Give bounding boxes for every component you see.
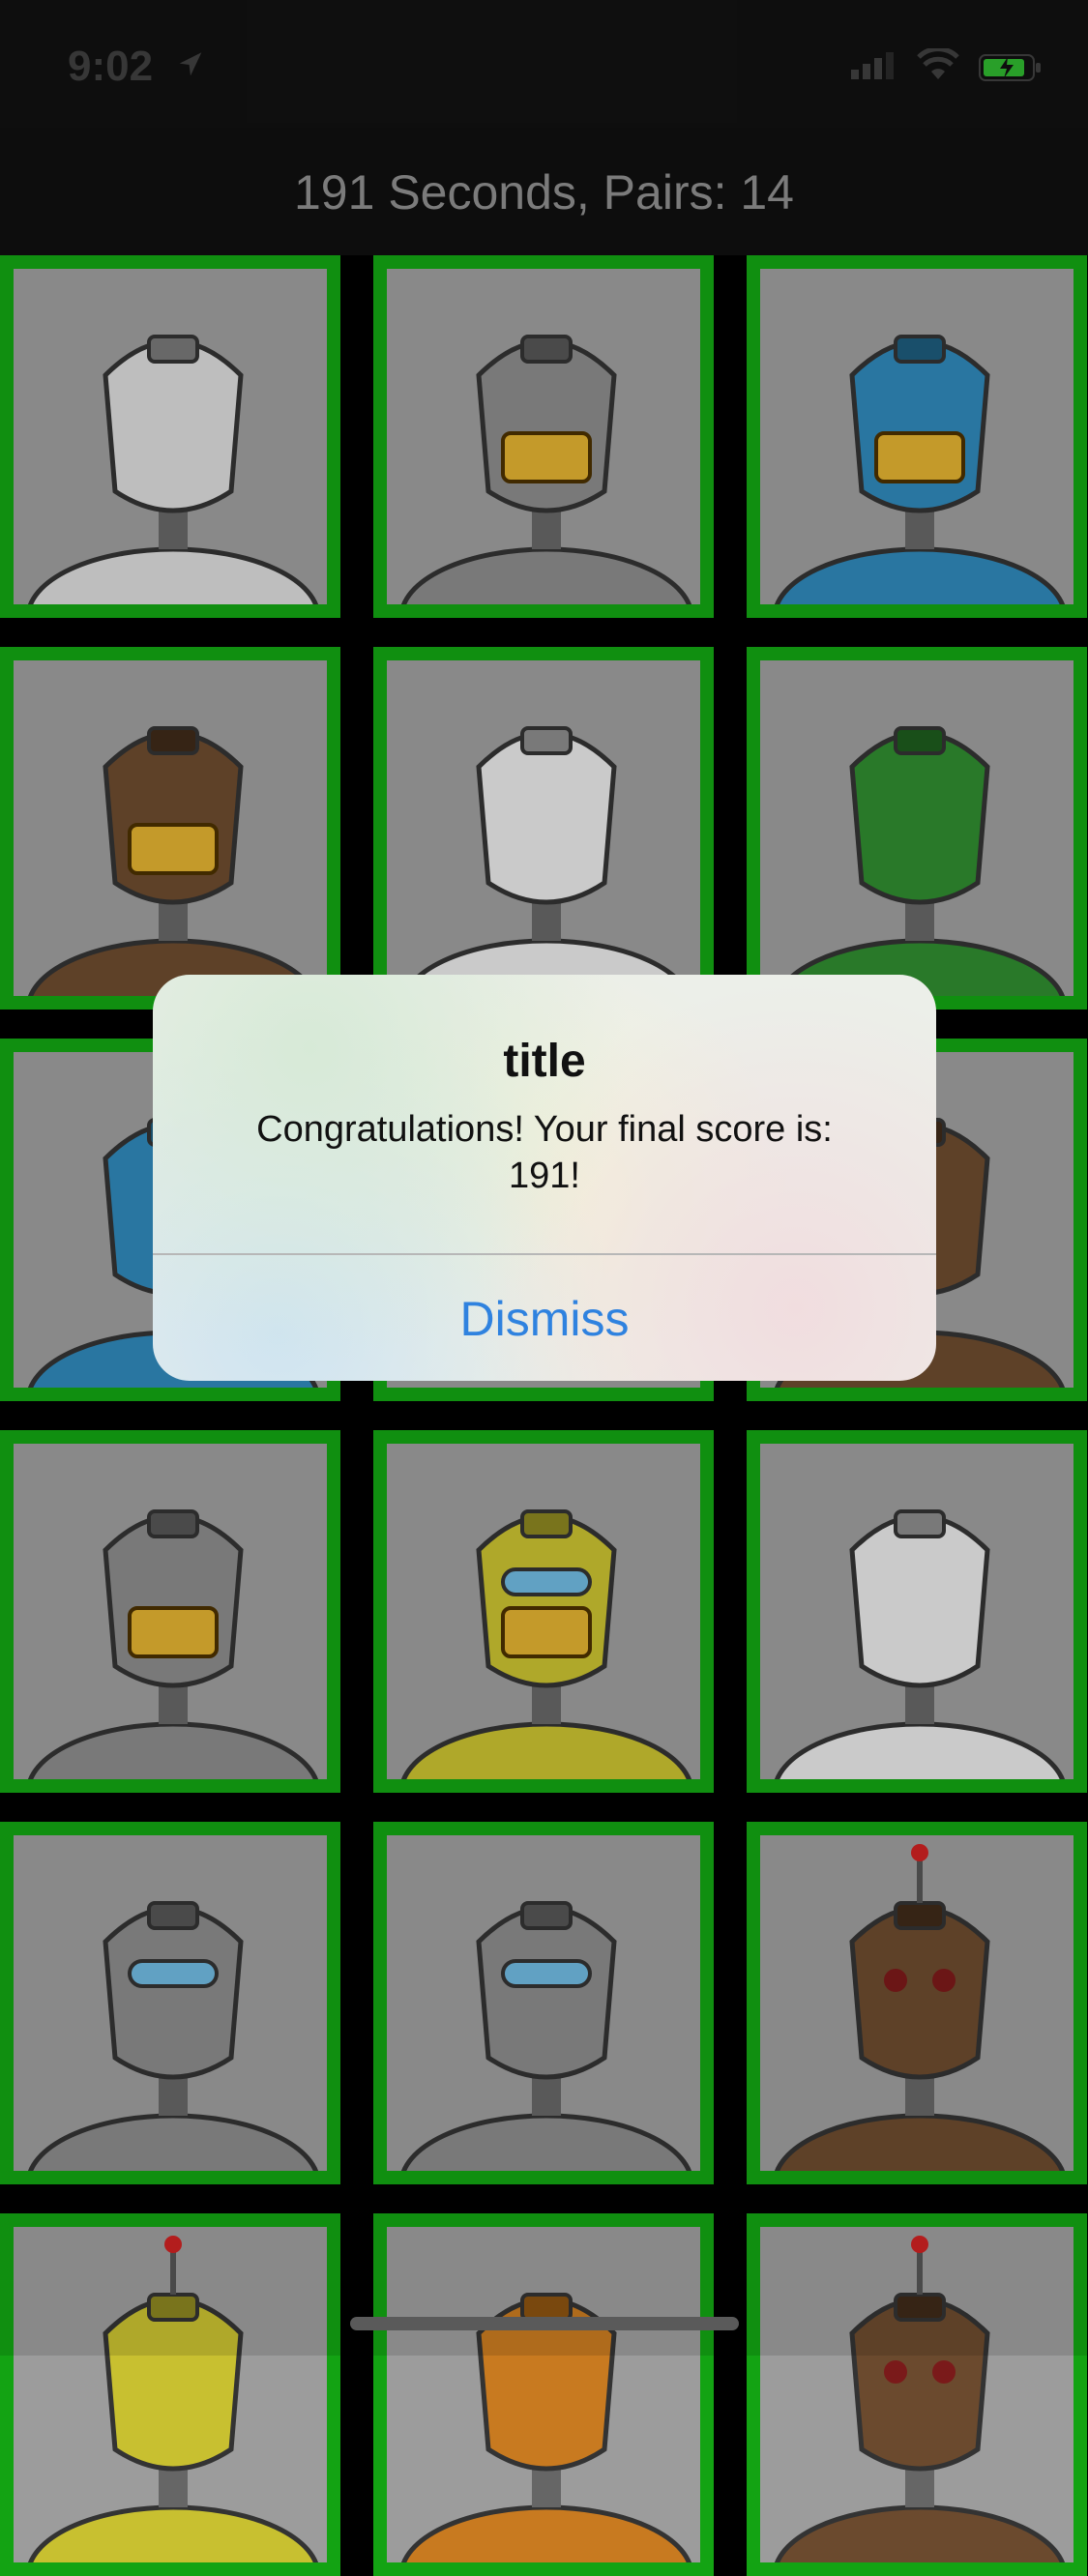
battery-charging-icon — [979, 54, 1041, 81]
memory-card[interactable] — [0, 1430, 340, 1793]
memory-card[interactable] — [747, 1430, 1087, 1793]
memory-card[interactable] — [373, 2213, 714, 2576]
status-bar: 9:02 — [0, 0, 1088, 128]
memory-card[interactable] — [0, 255, 340, 618]
home-indicator — [350, 2317, 739, 2330]
score-header: 191 Seconds, Pairs: 14 — [294, 165, 794, 220]
memory-card[interactable] — [373, 1430, 714, 1793]
memory-card[interactable] — [373, 255, 714, 618]
alert-dialog: title Congratulations! Your final score … — [153, 975, 936, 1381]
alert-divider — [153, 1253, 936, 1255]
location-arrow-icon — [179, 52, 202, 76]
memory-card[interactable] — [747, 647, 1087, 1010]
memory-card[interactable] — [0, 1822, 340, 2184]
memory-card[interactable] — [373, 1822, 714, 2184]
memory-card[interactable] — [747, 255, 1087, 618]
status-time: 9:02 — [68, 43, 154, 90]
memory-card[interactable] — [0, 2213, 340, 2576]
wifi-icon — [917, 48, 959, 79]
cellular-signal-icon — [851, 52, 894, 79]
memory-card[interactable] — [747, 1822, 1087, 2184]
memory-card[interactable] — [0, 647, 340, 1010]
dismiss-button[interactable]: Dismiss — [153, 1257, 936, 1381]
alert-title: title — [503, 1036, 586, 1087]
alert-message: Congratulations! Your final score is: 19… — [256, 1109, 833, 1196]
memory-card[interactable] — [747, 2213, 1087, 2576]
memory-card[interactable] — [373, 647, 714, 1010]
